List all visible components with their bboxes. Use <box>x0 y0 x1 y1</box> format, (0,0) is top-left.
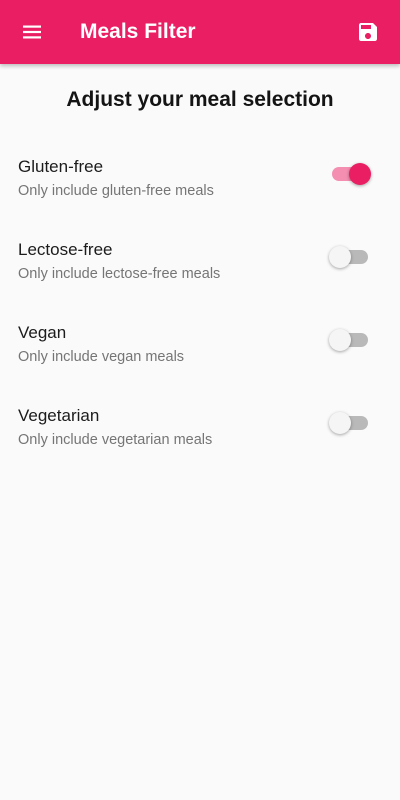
save-button[interactable] <box>344 8 392 56</box>
filter-row-lectose-free[interactable]: Lectose-free Only include lectose-free m… <box>0 240 400 300</box>
filter-subtitle: Only include vegetarian meals <box>18 432 213 448</box>
switch-thumb <box>329 246 351 268</box>
filter-title: Lectose-free <box>18 240 113 259</box>
lectose-free-switch[interactable] <box>329 242 370 272</box>
save-icon <box>359 23 377 41</box>
menu-button[interactable] <box>8 8 56 56</box>
app-bar: Meals Filter <box>0 0 400 64</box>
filter-title: Gluten-free <box>18 157 104 176</box>
gluten-free-switch[interactable] <box>330 159 371 189</box>
switch-thumb <box>329 412 351 434</box>
filter-row-vegetarian[interactable]: Vegetarian Only include vegetarian meals <box>0 406 400 466</box>
filter-title: Vegetarian <box>18 406 100 425</box>
filter-row-gluten-free[interactable]: Gluten-free Only include gluten-free mea… <box>0 157 400 217</box>
switch-thumb <box>329 329 351 351</box>
filter-subtitle: Only include vegan meals <box>18 349 185 365</box>
filter-title: Vegan <box>18 323 67 342</box>
vegetarian-switch[interactable] <box>329 408 370 438</box>
filter-subtitle: Only include lectose-free meals <box>18 266 221 282</box>
switch-thumb <box>349 163 371 185</box>
menu-icon <box>23 25 41 39</box>
filter-subtitle: Only include gluten-free meals <box>18 183 214 199</box>
filter-row-vegan[interactable]: Vegan Only include vegan meals <box>0 323 400 383</box>
vegan-switch[interactable] <box>329 325 370 355</box>
page-title: Meals Filter <box>80 20 196 43</box>
section-heading: Adjust your meal selection <box>66 88 334 111</box>
